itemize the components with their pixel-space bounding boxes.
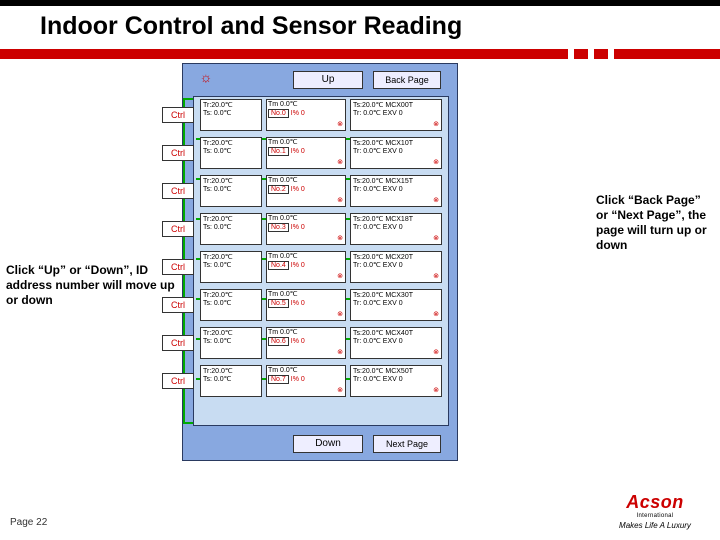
sensor-row: CtrlTr:20.0℃Ts: 0.0℃Tm 0.0℃No.5 I% 0⊗Ts:… [198, 289, 444, 325]
ctrl-button[interactable]: Ctrl [162, 373, 194, 389]
cell-no: Tm 0.0℃No.1 I% 0⊗ [266, 137, 346, 169]
ctrl-button[interactable]: Ctrl [162, 259, 194, 275]
cell-no: Tm 0.0℃No.6 I% 0⊗ [266, 327, 346, 359]
x-icon: ⊗ [336, 349, 344, 357]
back-page-button[interactable]: Back Page [373, 71, 441, 89]
sensor-row: CtrlTr:20.0℃Ts: 0.0℃Tm 0.0℃No.3 I% 0⊗Ts:… [198, 213, 444, 249]
x-icon: ⊗ [336, 159, 344, 167]
sun-icon: ☼ [199, 70, 213, 84]
sensor-row: CtrlTr:20.0℃Ts: 0.0℃Tm 0.0℃No.0 I% 0⊗Ts:… [198, 99, 444, 135]
x-icon: ⊗ [432, 121, 440, 129]
sensor-row: CtrlTr:20.0℃Ts: 0.0℃Tm 0.0℃No.7 I% 0⊗Ts:… [198, 365, 444, 401]
logo-sub: International [600, 513, 710, 519]
cell-temps-a: Tr:20.0℃Ts: 0.0℃ [200, 99, 262, 131]
annotation-left: Click “Up” or “Down”, ID address number … [6, 263, 178, 308]
sensor-row: CtrlTr:20.0℃Ts: 0.0℃Tm 0.0℃No.4 I% 0⊗Ts:… [198, 251, 444, 287]
annotation-right: Click “Back Page” or “Next Page”, the pa… [596, 193, 714, 253]
logo-name: Acson [600, 492, 710, 513]
cell-model: Ts:20.0℃ MCX50TTr: 0.0℃ EXV 0⊗ [350, 365, 442, 397]
cell-no: Tm 0.0℃No.0 I% 0⊗ [266, 99, 346, 131]
cell-no: Tm 0.0℃No.4 I% 0⊗ [266, 251, 346, 283]
cell-no: Tm 0.0℃No.2 I% 0⊗ [266, 175, 346, 207]
cell-no: Tm 0.0℃No.7 I% 0⊗ [266, 365, 346, 397]
control-panel: ☼ Up Back Page CtrlTr:20.0℃Ts: 0.0℃Tm 0.… [182, 63, 458, 461]
cell-model: Ts:20.0℃ MCX20TTr: 0.0℃ EXV 0⊗ [350, 251, 442, 283]
ctrl-button[interactable]: Ctrl [162, 145, 194, 161]
x-icon: ⊗ [432, 387, 440, 395]
x-icon: ⊗ [336, 121, 344, 129]
ctrl-button[interactable]: Ctrl [162, 297, 194, 313]
x-icon: ⊗ [336, 235, 344, 243]
cell-no: Tm 0.0℃No.3 I% 0⊗ [266, 213, 346, 245]
cell-model: Ts:20.0℃ MCX18TTr: 0.0℃ EXV 0⊗ [350, 213, 442, 245]
page-title: Indoor Control and Sensor Reading [0, 6, 720, 47]
x-icon: ⊗ [336, 273, 344, 281]
cell-model: Ts:20.0℃ MCX40TTr: 0.0℃ EXV 0⊗ [350, 327, 442, 359]
ctrl-button[interactable]: Ctrl [162, 107, 194, 123]
ctrl-button[interactable]: Ctrl [162, 221, 194, 237]
red-divider [0, 49, 720, 59]
x-icon: ⊗ [432, 235, 440, 243]
cell-model: Ts:20.0℃ MCX10TTr: 0.0℃ EXV 0⊗ [350, 137, 442, 169]
cell-temps-a: Tr:20.0℃Ts: 0.0℃ [200, 175, 262, 207]
ctrl-button[interactable]: Ctrl [162, 183, 194, 199]
cell-no: Tm 0.0℃No.5 I% 0⊗ [266, 289, 346, 321]
x-icon: ⊗ [432, 349, 440, 357]
cell-temps-a: Tr:20.0℃Ts: 0.0℃ [200, 289, 262, 321]
cell-temps-a: Tr:20.0℃Ts: 0.0℃ [200, 251, 262, 283]
sensor-row: CtrlTr:20.0℃Ts: 0.0℃Tm 0.0℃No.6 I% 0⊗Ts:… [198, 327, 444, 363]
up-button[interactable]: Up [293, 71, 363, 89]
x-icon: ⊗ [336, 387, 344, 395]
cell-temps-a: Tr:20.0℃Ts: 0.0℃ [200, 327, 262, 359]
x-icon: ⊗ [432, 197, 440, 205]
logo-tagline: Makes Life A Luxury [600, 521, 710, 530]
sensor-row: CtrlTr:20.0℃Ts: 0.0℃Tm 0.0℃No.1 I% 0⊗Ts:… [198, 137, 444, 173]
cell-model: Ts:20.0℃ MCX15TTr: 0.0℃ EXV 0⊗ [350, 175, 442, 207]
content-area: Click “Up” or “Down”, ID address number … [0, 63, 720, 483]
x-icon: ⊗ [432, 311, 440, 319]
x-icon: ⊗ [432, 159, 440, 167]
cell-temps-a: Tr:20.0℃Ts: 0.0℃ [200, 365, 262, 397]
down-button[interactable]: Down [293, 435, 363, 453]
sensor-list: CtrlTr:20.0℃Ts: 0.0℃Tm 0.0℃No.0 I% 0⊗Ts:… [193, 96, 449, 426]
cell-temps-a: Tr:20.0℃Ts: 0.0℃ [200, 137, 262, 169]
cell-model: Ts:20.0℃ MCX30TTr: 0.0℃ EXV 0⊗ [350, 289, 442, 321]
x-icon: ⊗ [432, 273, 440, 281]
next-page-button[interactable]: Next Page [373, 435, 441, 453]
x-icon: ⊗ [336, 197, 344, 205]
page-number: Page 22 [10, 517, 47, 528]
footer: Page 22 Acson International Makes Life A… [0, 496, 720, 534]
cell-model: Ts:20.0℃ MCX00TTr: 0.0℃ EXV 0⊗ [350, 99, 442, 131]
brand-logo: Acson International Makes Life A Luxury [600, 492, 710, 530]
x-icon: ⊗ [336, 311, 344, 319]
sensor-row: CtrlTr:20.0℃Ts: 0.0℃Tm 0.0℃No.2 I% 0⊗Ts:… [198, 175, 444, 211]
ctrl-button[interactable]: Ctrl [162, 335, 194, 351]
cell-temps-a: Tr:20.0℃Ts: 0.0℃ [200, 213, 262, 245]
